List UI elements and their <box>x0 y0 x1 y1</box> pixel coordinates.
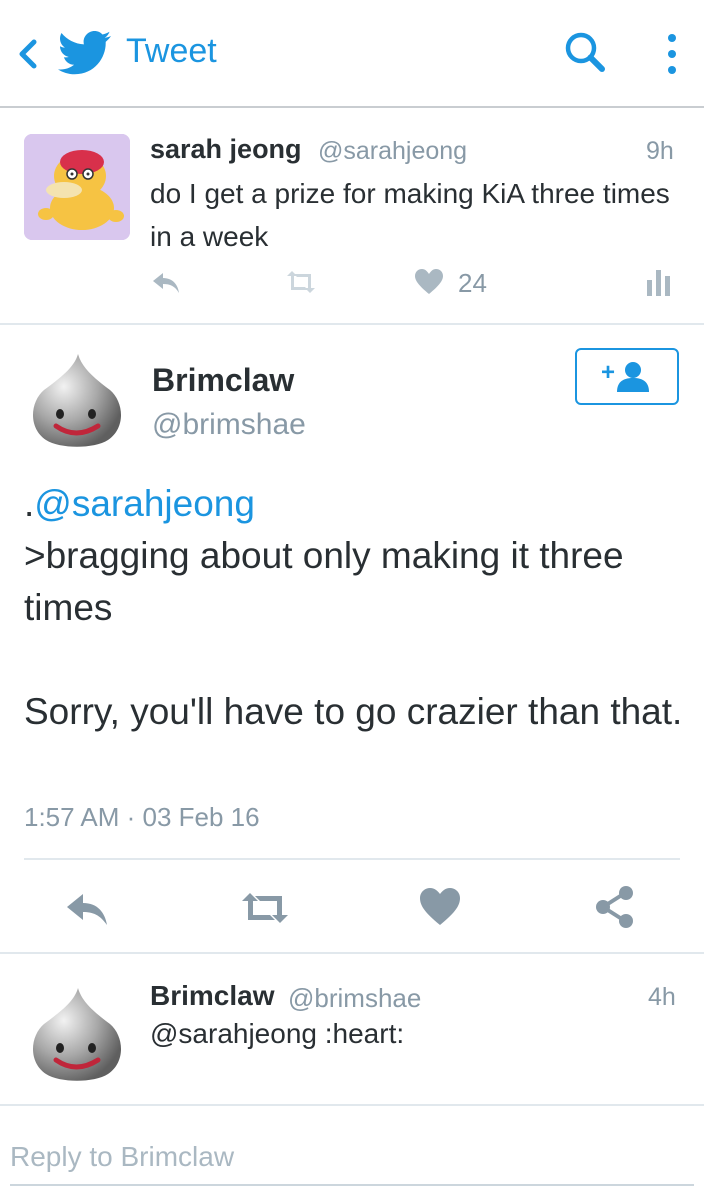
tweet-timestamp: 1:57 AM · 03 Feb 16 <box>24 802 260 832</box>
author-name[interactable]: Brimclaw <box>152 362 294 399</box>
tweet-body: >bragging about only making it three tim… <box>24 535 683 732</box>
author-handle[interactable]: @sarahjeong <box>318 137 467 166</box>
tweet-text: do I get a prize for making KiA three ti… <box>150 178 670 252</box>
divider <box>0 323 704 325</box>
more-vertical-icon[interactable] <box>660 30 684 78</box>
chevron-left-icon[interactable] <box>10 34 44 74</box>
page-title: Tweet <box>126 32 217 70</box>
reply-input[interactable] <box>10 1130 694 1186</box>
share-icon[interactable] <box>594 884 636 930</box>
like-count: 24 <box>458 268 487 298</box>
tweet-time: 4h <box>648 983 676 1011</box>
divider <box>0 1104 704 1106</box>
divider <box>24 858 680 860</box>
tweet-text: .@sarahjeong >bragging about only making… <box>24 478 684 738</box>
mention-link[interactable]: @sarahjeong <box>34 483 255 524</box>
retweet-icon[interactable] <box>238 890 292 926</box>
avatar-sarahjeong[interactable] <box>24 134 130 240</box>
tweet-time: 9h <box>646 137 674 165</box>
psyduck-avatar-image <box>24 134 130 240</box>
author-handle[interactable]: @brimshae <box>288 983 421 1014</box>
svg-text:+: + <box>601 359 615 386</box>
mention-prefix: . <box>24 483 35 524</box>
search-icon[interactable] <box>560 28 610 78</box>
reply-icon[interactable] <box>150 266 182 298</box>
stats-icon[interactable] <box>646 266 672 296</box>
avatar-brimclaw[interactable] <box>24 984 130 1084</box>
reply-icon[interactable] <box>64 888 110 928</box>
add-user-icon: + <box>601 359 649 392</box>
heart-icon[interactable] <box>418 886 462 928</box>
avatar-brimclaw[interactable] <box>24 350 130 450</box>
tweet-text: @sarahjeong :heart: <box>150 1018 405 1049</box>
author-name[interactable]: Brimclaw <box>150 980 275 1012</box>
author-handle[interactable]: @brimshae <box>152 408 306 442</box>
divider <box>0 952 704 954</box>
retweet-icon[interactable] <box>283 268 319 296</box>
twitter-bird-icon <box>58 31 111 75</box>
heart-icon[interactable] <box>414 268 444 296</box>
author-name[interactable]: sarah jeong <box>150 134 302 165</box>
follow-button[interactable]: + <box>575 348 679 405</box>
